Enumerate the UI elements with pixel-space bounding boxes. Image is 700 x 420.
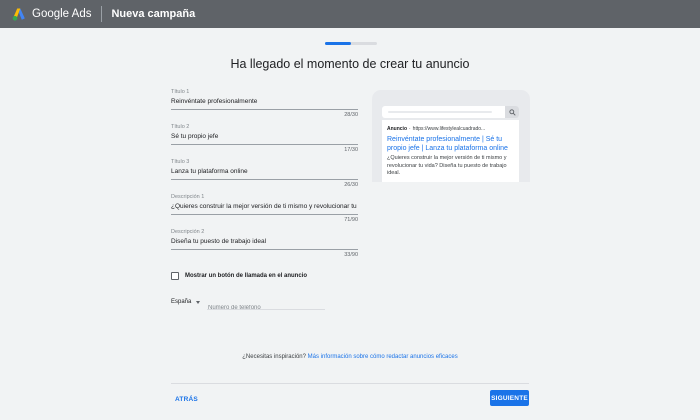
- preview-search-placeholder: [388, 111, 492, 113]
- next-button[interactable]: SIGUIENTE: [490, 390, 529, 406]
- char-counter: 17/30: [344, 147, 358, 153]
- campaign-title: Nueva campaña: [111, 8, 196, 20]
- phone-input[interactable]: [207, 302, 325, 314]
- field-underline: [171, 109, 358, 110]
- headline-1-field[interactable]: Título 1 Reinvéntate profesionalmente 28…: [171, 88, 358, 119]
- char-counter: 71/90: [344, 217, 358, 223]
- description-1-field[interactable]: Descripción 1 ¿Quieres construir la mejo…: [171, 193, 358, 224]
- field-label: Título 3: [171, 159, 190, 165]
- progress-fill: [325, 42, 351, 45]
- page-title: Ha llegado el momento de crear tu anunci…: [230, 57, 470, 71]
- search-icon: [505, 106, 519, 118]
- description-2-field[interactable]: Descripción 2 Diseña tu puesto de trabaj…: [171, 228, 358, 259]
- preview-title: Reinvéntate profesionalmente | Sé tu pro…: [387, 136, 508, 152]
- preview-ad-card: Anuncio · https://www.lifestylealcuadrado.…: [382, 120, 519, 182]
- field-underline: [171, 214, 358, 215]
- call-button-label[interactable]: Mostrar un botón de llamada en el anunci…: [185, 273, 307, 279]
- char-counter: 33/90: [344, 252, 358, 258]
- preview-search-box: [382, 106, 519, 118]
- field-underline: [171, 144, 358, 145]
- meta-separator: ·: [409, 126, 411, 132]
- preview-url: https://www.lifestylealcuadrado...: [412, 126, 486, 132]
- inspiration-prompt: ¿Necesitas inspiración?: [242, 354, 306, 360]
- chevron-down-icon: [196, 300, 201, 304]
- phone-field[interactable]: [207, 296, 325, 314]
- field-label: Título 2: [171, 124, 190, 130]
- field-label: Descripción 2: [171, 229, 205, 235]
- field-label: Título 1: [171, 89, 190, 95]
- country-value: España: [171, 299, 192, 305]
- preview-meta: Anuncio · https://www.lifestylealcuadrado.…: [387, 126, 514, 132]
- field-value[interactable]: Lanza tu plataforma online: [171, 167, 358, 176]
- footer-divider: [171, 383, 529, 384]
- header-divider: [101, 6, 103, 22]
- field-underline: [171, 249, 358, 250]
- field-value[interactable]: Sé tu propio jefe: [171, 132, 358, 141]
- google-ads-logo-icon[interactable]: [12, 7, 26, 21]
- field-label: Descripción 1: [171, 194, 205, 200]
- char-counter: 26/30: [344, 182, 358, 188]
- field-value[interactable]: ¿Quieres construir la mejor versión de t…: [171, 202, 358, 211]
- top-bar: Google Ads Nueva campaña: [0, 0, 700, 28]
- field-value[interactable]: Diseña tu puesto de trabajo ideal: [171, 237, 358, 246]
- call-button-option[interactable]: Mostrar un botón de llamada en el anunci…: [171, 272, 307, 280]
- brand-name[interactable]: Google Ads: [32, 8, 91, 20]
- ad-preview: Anuncio · https://www.lifestylealcuadrado.…: [372, 90, 530, 182]
- call-button-checkbox[interactable]: [171, 272, 179, 280]
- headline-2-field[interactable]: Título 2 Sé tu propio jefe 17/30: [171, 123, 358, 154]
- char-counter: 28/30: [344, 112, 358, 118]
- inspiration-text: ¿Necesitas inspiración? Más información …: [0, 354, 700, 360]
- headline-3-field[interactable]: Título 3 Lanza tu plataforma online 26/3…: [171, 158, 358, 189]
- field-value[interactable]: Reinvéntate profesionalmente: [171, 97, 358, 106]
- progress-bar: [325, 42, 377, 45]
- country-select[interactable]: España: [171, 299, 201, 305]
- preview-description: ¿Quieres construir la mejor versión de t…: [387, 155, 507, 176]
- ad-badge: Anuncio: [387, 126, 407, 132]
- back-button[interactable]: ATRÁS: [171, 392, 202, 406]
- inspiration-link[interactable]: Más información sobre cómo redactar anun…: [308, 354, 458, 360]
- field-underline: [171, 179, 358, 180]
